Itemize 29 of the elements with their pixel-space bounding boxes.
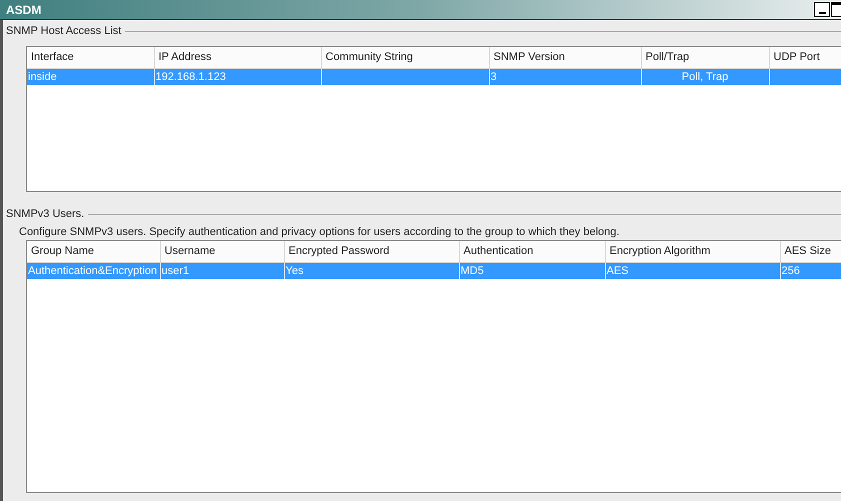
cell-text: Yes (286, 264, 304, 276)
section-title: SNMP Host Access List (6, 24, 122, 39)
minimize-icon (818, 12, 826, 14)
description-text: Configure SNMPv3 users. Specify authentication and privacy options for users according to the group to which they belong. (19, 225, 620, 240)
cell-text: 192.168.1.123 (156, 70, 226, 82)
cell-text: 3 (490, 70, 497, 82)
minimize-button[interactable] (814, 2, 830, 17)
cell-text: AES (606, 264, 629, 276)
section-title: SNMPv3 Users. (6, 206, 84, 222)
column-header[interactable]: AES Size (780, 241, 841, 262)
cell-text: Authentication&Encryption (28, 264, 158, 276)
column-header[interactable]: IP Address (154, 47, 321, 68)
column-header[interactable]: UDP Port (769, 47, 841, 68)
cell-text: 256 (782, 264, 800, 276)
cell-text: inside (28, 70, 57, 82)
window-title: ASDM (5, 2, 42, 18)
column-header[interactable]: SNMP Version (489, 47, 641, 68)
column-header[interactable]: Username (160, 241, 284, 262)
column-header[interactable]: Encrypted Password (284, 241, 459, 262)
column-header[interactable]: Group Name (27, 241, 160, 262)
column-header[interactable]: Community String (321, 47, 489, 68)
cell-text: user1 (162, 264, 190, 276)
column-header[interactable]: Encryption Algorithm (605, 241, 780, 262)
column-header[interactable]: Authentication (459, 241, 605, 262)
maximize-button[interactable] (831, 2, 841, 17)
column-header[interactable]: Poll/Trap (641, 47, 769, 68)
column-header[interactable]: Interface (27, 47, 154, 68)
cell-text: Poll, Trap (682, 70, 728, 82)
cell-text: MD5 (460, 264, 484, 276)
